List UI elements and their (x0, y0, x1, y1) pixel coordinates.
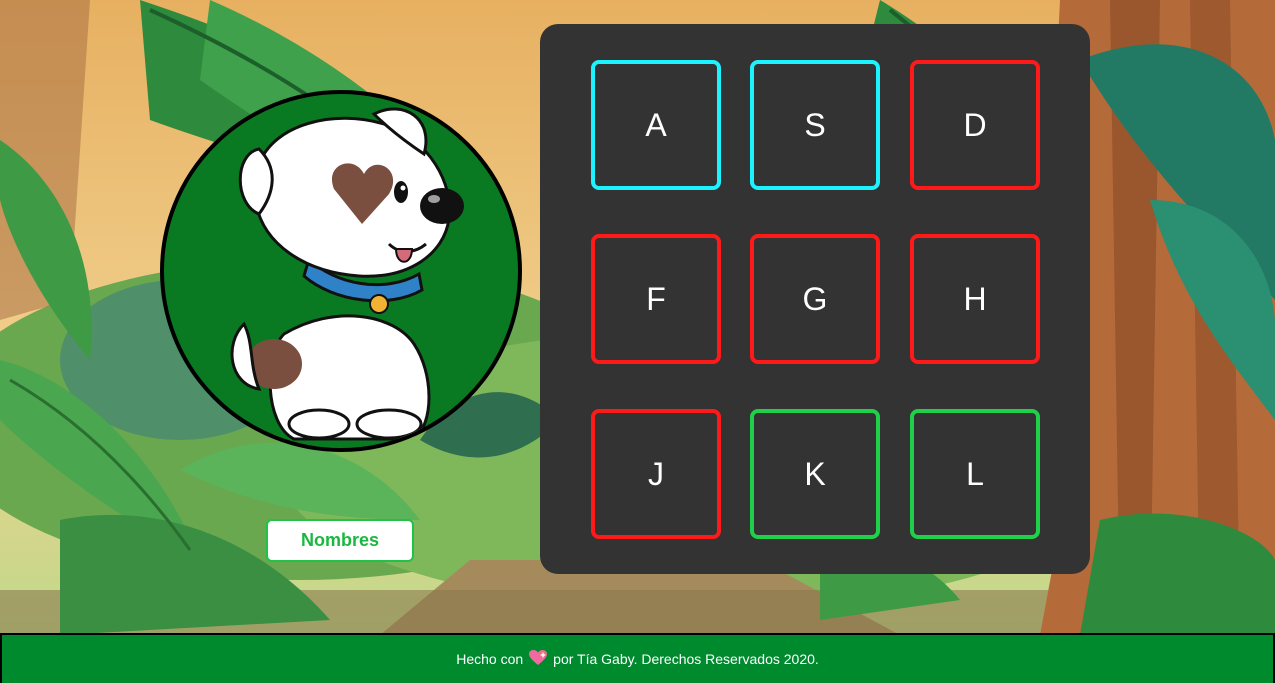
keyboard-panel: A S D F G H J K L (540, 24, 1090, 574)
key-g[interactable]: G (750, 234, 880, 364)
key-h[interactable]: H (910, 234, 1040, 364)
key-label: F (646, 280, 666, 317)
key-j[interactable]: J (591, 409, 721, 539)
key-k[interactable]: K (750, 409, 880, 539)
key-f[interactable]: F (591, 234, 721, 364)
key-label: G (802, 280, 828, 317)
key-d[interactable]: D (910, 60, 1040, 190)
footer-suffix: por Tía Gaby. Derechos Reservados 2020. (553, 651, 819, 667)
key-label: A (645, 106, 667, 143)
key-l[interactable]: L (910, 409, 1040, 539)
nombres-button[interactable]: Nombres (266, 519, 414, 562)
key-label: H (963, 280, 987, 317)
key-label: L (966, 455, 984, 492)
key-label: S (804, 106, 826, 143)
key-label: K (804, 455, 826, 492)
key-label: J (648, 455, 664, 492)
key-s[interactable]: S (750, 60, 880, 190)
puppy-illustration (230, 107, 464, 441)
dog-image-circle (160, 90, 522, 452)
footer-prefix: Hecho con (456, 651, 524, 667)
footer: Hecho con por Tía Gaby. Derechos Reserva… (0, 633, 1275, 683)
sparkling-heart-icon (529, 649, 548, 669)
key-a[interactable]: A (591, 60, 721, 190)
key-label: D (963, 106, 987, 143)
